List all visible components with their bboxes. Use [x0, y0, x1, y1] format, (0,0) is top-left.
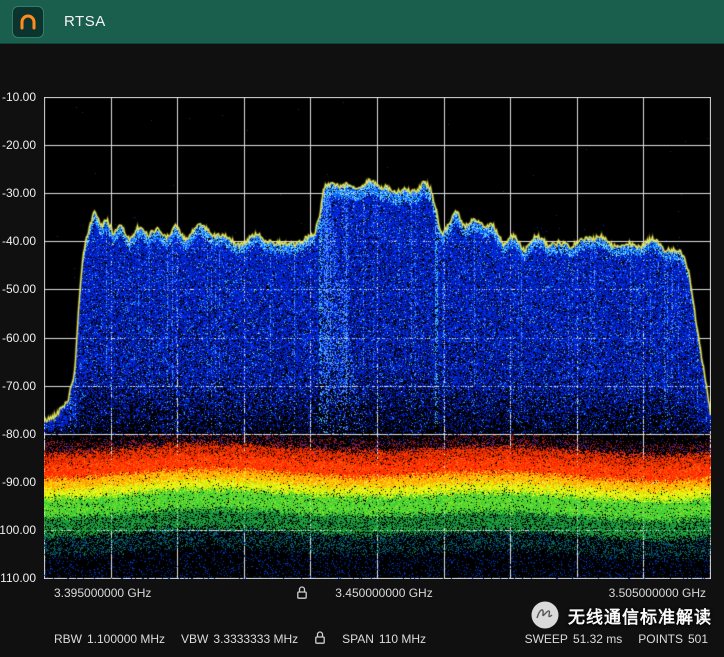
sweep-value: 51.32 ms [573, 632, 622, 646]
arch-icon [18, 12, 38, 32]
y-axis-labels: -10.00-20.00-30.00-40.00-50.00-60.00-70.… [0, 97, 40, 579]
stop-frequency-label: 3.505000000 GHz [609, 586, 706, 600]
watermark-text: 无线通信标准解读 [568, 603, 712, 628]
span-field[interactable]: SPAN 110 MHz [342, 632, 426, 646]
status-right-group: SWEEP 51.32 ms POINTS 501 [525, 632, 708, 646]
lock-icon[interactable] [296, 585, 308, 603]
y-axis-tick: -40.00 [2, 233, 36, 249]
center-frequency-label: 3.450000000 GHz [335, 586, 432, 600]
lock-icon[interactable] [314, 630, 326, 648]
y-axis-tick: -110.00 [0, 570, 36, 586]
y-axis-tick: -60.00 [2, 330, 36, 346]
spectrum-display[interactable] [44, 97, 711, 579]
spectrum-canvas[interactable] [44, 97, 711, 579]
status-bar: RBW 1.100000 MHz VBW 3.3333333 MHz SPAN … [54, 630, 708, 648]
sweep-field[interactable]: SWEEP 51.32 ms [525, 632, 623, 646]
y-axis-tick: -10.00 [2, 89, 36, 105]
span-value: 110 MHz [379, 632, 426, 646]
lock-icon-glyph [296, 585, 308, 600]
rbw-label: RBW [54, 632, 82, 646]
seal-logo [530, 600, 560, 630]
start-frequency-label: 3.395000000 GHz [54, 586, 151, 600]
watermark: 无线通信标准解读 [530, 600, 712, 630]
rtsa-app: RTSA -10.00 -20.00 -30.00 -40.00 -50.00 -60.0… [0, 0, 724, 657]
lock-icon-glyph [314, 630, 326, 645]
vbw-value: 3.3333333 MHz [213, 632, 298, 646]
points-label: POINTS [638, 632, 683, 646]
header-bar: RTSA [0, 0, 724, 44]
rbw-value: 1.100000 MHz [87, 632, 165, 646]
sweep-label: SWEEP [525, 632, 568, 646]
vbw-label: VBW [181, 632, 208, 646]
y-axis-tick: -100.00 [0, 522, 36, 538]
app-title: RTSA [64, 13, 106, 30]
points-value: 501 [688, 632, 708, 646]
rbw-field[interactable]: RBW 1.100000 MHz [54, 632, 165, 646]
status-left-group: RBW 1.100000 MHz VBW 3.3333333 MHz SPAN … [54, 630, 426, 648]
span-label: SPAN [342, 632, 374, 646]
y-axis-tick: -90.00 [2, 474, 36, 490]
y-axis-tick: -80.00 [2, 426, 36, 442]
vbw-field[interactable]: VBW 3.3333333 MHz [181, 632, 298, 646]
y-axis-tick: -20.00 [2, 137, 36, 153]
points-field[interactable]: POINTS 501 [638, 632, 708, 646]
y-axis-tick: -30.00 [2, 185, 36, 201]
rtsa-app-icon[interactable] [12, 6, 44, 38]
y-axis-tick: -70.00 [2, 378, 36, 394]
y-axis-tick: -50.00 [2, 281, 36, 297]
